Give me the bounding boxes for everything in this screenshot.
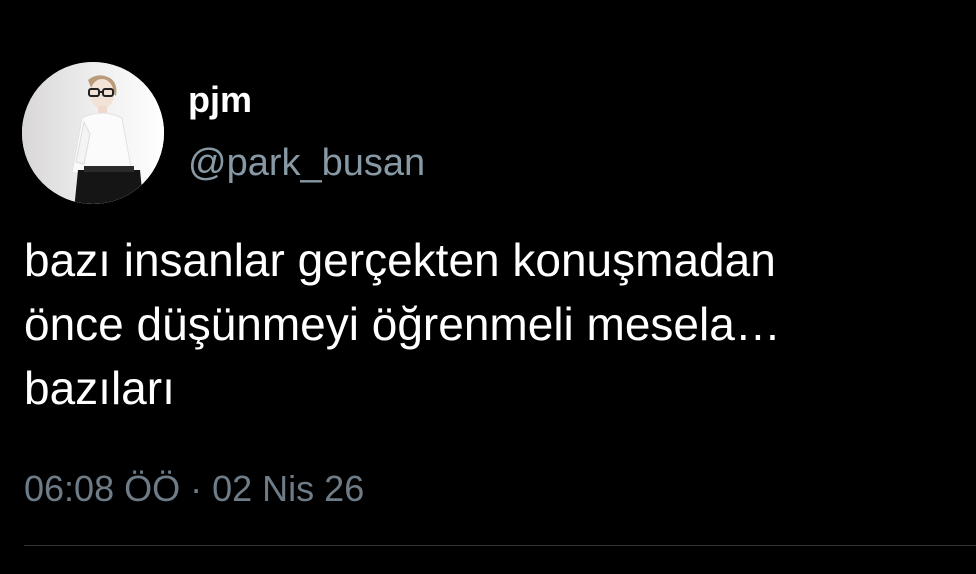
tweet-timestamp[interactable]: 06:08 ÖÖ · 02 Nis 26 (24, 467, 364, 511)
tweet-text: bazı insanlar gerçekten konuşmadan önce … (24, 234, 781, 414)
profile-photo-icon (22, 62, 164, 204)
tweet-date: 02 Nis 26 (212, 468, 365, 509)
author-names: pjm @park_busan (188, 62, 425, 186)
divider (24, 545, 976, 546)
display-name[interactable]: pjm (188, 78, 425, 122)
avatar[interactable] (22, 62, 164, 204)
tweet-time: 06:08 ÖÖ (24, 468, 181, 509)
username-handle[interactable]: @park_busan (188, 140, 425, 186)
tweet-card: pjm @park_busan bazı insanlar gerçekten … (0, 0, 976, 574)
tweet-header: pjm @park_busan (22, 62, 425, 204)
meta-separator: · (190, 468, 203, 509)
